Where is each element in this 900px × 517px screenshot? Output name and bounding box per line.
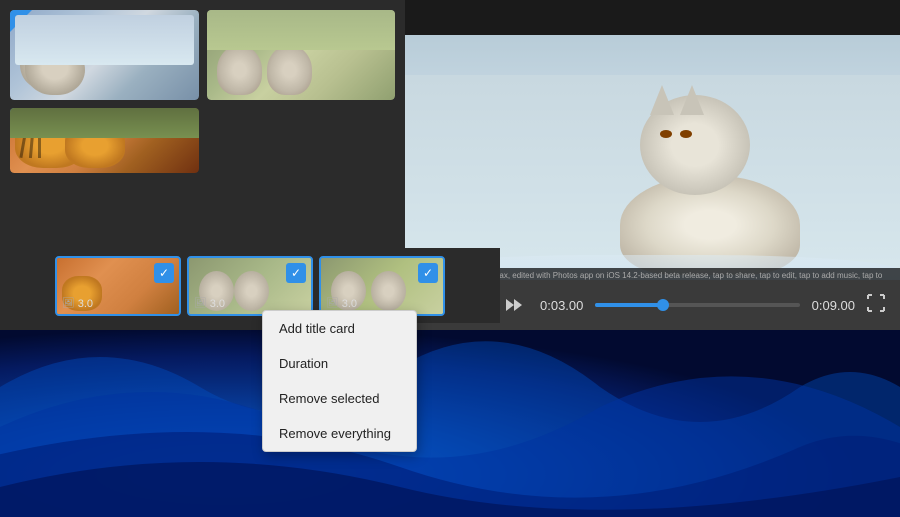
context-menu-item-duration[interactable]: Duration xyxy=(263,346,416,381)
context-menu-item-add-title-card[interactable]: Add title card xyxy=(263,311,416,346)
timeline-clip-1[interactable]: ✓ 🖼 3.0 xyxy=(55,256,181,316)
progress-fill xyxy=(595,303,662,307)
progress-bar[interactable] xyxy=(595,303,799,307)
thumbnail-1[interactable] xyxy=(10,10,199,100)
progress-thumb xyxy=(657,299,669,311)
step-forward-button[interactable] xyxy=(500,291,528,319)
fullscreen-button[interactable] xyxy=(867,294,885,317)
timeline-check-1: ✓ xyxy=(154,263,174,283)
thumbnail-2[interactable] xyxy=(207,10,396,100)
timeline-clip-2[interactable]: ✓ 🖼 3.0 xyxy=(187,256,313,316)
timeline-check-3: ✓ xyxy=(418,263,438,283)
timeline-clip-3[interactable]: ✓ 🖼 3.0 xyxy=(319,256,445,316)
total-time: 0:09.00 xyxy=(812,298,855,313)
context-menu-item-remove-selected[interactable]: Remove selected xyxy=(263,381,416,416)
thumbnail-3[interactable] xyxy=(10,108,199,173)
timeline-duration-1: 🖼 3.0 xyxy=(62,298,93,310)
current-time: 0:03.00 xyxy=(540,298,583,313)
context-menu: Add title card Duration Remove selected … xyxy=(262,310,417,452)
wallpaper-background xyxy=(0,307,900,517)
context-menu-item-remove-everything[interactable]: Remove everything xyxy=(263,416,416,451)
timeline-check-2: ✓ xyxy=(286,263,306,283)
timeline-duration-2: 🖼 3.0 xyxy=(194,298,225,310)
progress-container[interactable] xyxy=(595,303,799,307)
timeline-strip: ✓ 🖼 3.0 ✓ 🖼 3.0 ✓ 🖼 3.0 xyxy=(0,248,500,323)
timeline-duration-3: 🖼 3.0 xyxy=(326,298,357,310)
